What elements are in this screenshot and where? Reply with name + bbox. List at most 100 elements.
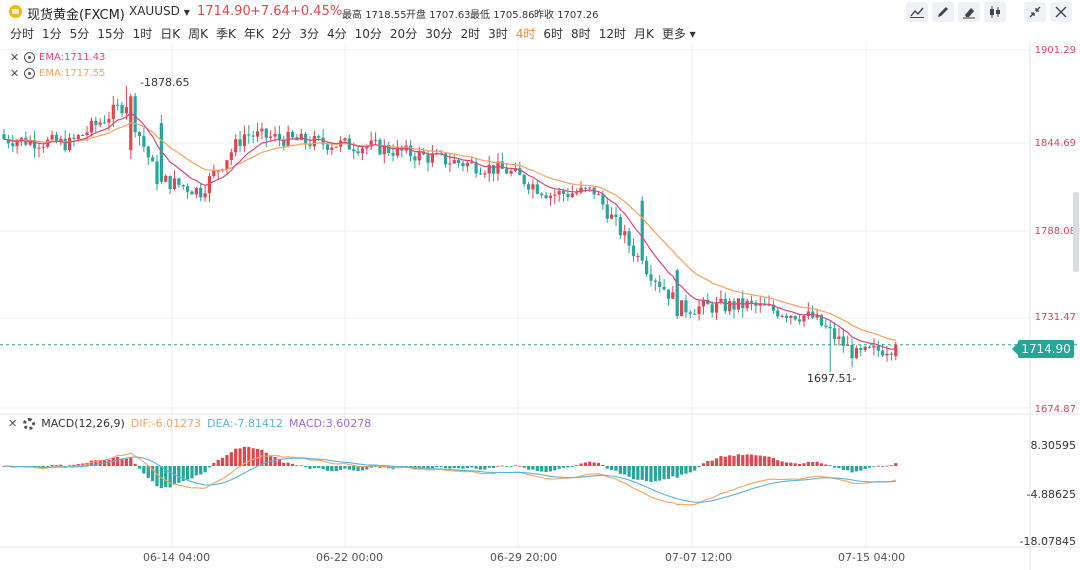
candle-body-136 (596, 194, 601, 196)
macd-bar-201 (881, 466, 885, 467)
period-17[interactable]: 4时 (516, 25, 536, 42)
period-10[interactable]: 3分 (299, 25, 319, 42)
period-13[interactable]: 20分 (390, 25, 417, 42)
close-button[interactable] (1050, 2, 1072, 22)
candle-body-123 (540, 193, 544, 196)
macd-bar-154 (675, 466, 679, 478)
chevron-down-icon: ▼ (183, 8, 190, 17)
macd-bar-118 (518, 465, 522, 467)
close-icon[interactable]: ✕ (10, 67, 20, 80)
macd-name: MACD(12,26,9) (41, 417, 125, 430)
macd-bar-162 (710, 460, 714, 466)
macd-bar-121 (531, 466, 535, 470)
candle-body-140 (614, 214, 618, 218)
candle-body-121 (531, 184, 535, 190)
gear-icon[interactable] (23, 417, 36, 430)
macd-bar-13 (59, 464, 63, 466)
close-icon[interactable]: ✕ (8, 417, 17, 430)
period-3[interactable]: 15分 (97, 25, 124, 42)
period-20[interactable]: 12时 (599, 25, 626, 42)
collapse-icon (1029, 6, 1041, 18)
macd-bar-171 (749, 454, 754, 466)
candle-body-126 (553, 194, 557, 196)
macd-dea: DEA:-7.81412 (207, 417, 284, 430)
period-2[interactable]: 5分 (70, 25, 90, 42)
macd-bar-72 (317, 466, 321, 469)
period-15[interactable]: 2时 (460, 25, 480, 42)
period-19[interactable]: 8时 (571, 25, 591, 42)
macd-bar-122 (535, 466, 539, 471)
macd-bar-115 (505, 466, 509, 467)
symbol-selector[interactable]: XAUUSD ▼ (129, 4, 190, 18)
macd-bar-187 (819, 463, 824, 466)
candle-body-142 (623, 231, 627, 236)
candle-body-9 (41, 146, 45, 148)
period-18[interactable]: 6时 (543, 25, 563, 42)
prev-close-value: 1707.26 (557, 10, 599, 21)
macd-bar-150 (658, 466, 662, 481)
period-12[interactable]: 10分 (355, 25, 382, 42)
candle-body-122 (535, 184, 539, 194)
candle-body-129 (566, 193, 570, 197)
eye-icon[interactable] (24, 68, 35, 79)
candle-body-193 (846, 344, 850, 346)
macd-bar-195 (854, 466, 859, 472)
period-5[interactable]: 日K (160, 25, 180, 42)
macd-bar-117 (513, 465, 518, 467)
pen-tool-button[interactable] (932, 2, 954, 22)
candle-body-131 (575, 192, 579, 194)
chart-svg[interactable] (0, 42, 1080, 570)
scroll-handle[interactable] (1072, 192, 1080, 272)
candle-body-110 (483, 173, 487, 175)
macd-bar-198 (867, 466, 872, 468)
candle-body-195 (854, 347, 859, 359)
ema-short-value: EMA:1711.43 (39, 52, 106, 63)
period-7[interactable]: 季K (216, 25, 236, 42)
macd-bar-62 (273, 456, 277, 466)
candle-body-25 (111, 104, 115, 119)
candle-body-128 (561, 190, 566, 194)
macd-bar-123 (540, 466, 544, 472)
period-0[interactable]: 分时 (10, 25, 34, 42)
candle-body-45 (199, 187, 203, 198)
candle-body-196 (859, 347, 863, 351)
period-more-button[interactable]: 更多 ▾ (662, 25, 696, 42)
macd-bar-139 (610, 466, 614, 470)
macd-bar-145 (636, 466, 640, 480)
candle-toggle-button[interactable] (984, 2, 1006, 22)
period-1[interactable]: 1分 (42, 25, 62, 42)
chart-area[interactable]: ✕ EMA:1711.43 ✕ EMA:1717.55 ✕ MACD(12,26… (0, 42, 1080, 570)
macd-bar-101 (443, 466, 448, 468)
low-annotation: 1697.51- (807, 372, 857, 385)
period-8[interactable]: 年K (244, 25, 264, 42)
period-6[interactable]: 周K (188, 25, 208, 42)
candle-body-203 (889, 353, 893, 355)
macd-bar-48 (212, 462, 216, 466)
collapse-button[interactable] (1024, 2, 1046, 22)
quote-header: 现货黄金(FXCM) XAUUSD ▼ 1714.90 +7.64 +0.45%… (0, 0, 1080, 24)
candle-body-20 (89, 120, 94, 133)
eraser-tool-button[interactable] (958, 2, 980, 22)
close-icon[interactable]: ✕ (10, 51, 20, 64)
candle-body-125 (548, 195, 553, 199)
macd-bar-30 (133, 463, 137, 466)
candle-body-202 (885, 353, 889, 356)
period-21[interactable]: 月K (634, 25, 654, 42)
macd-bar-79 (347, 466, 351, 470)
ema-long-legend: ✕ EMA:1717.55 (10, 67, 105, 80)
candle-body-163 (714, 302, 719, 313)
period-14[interactable]: 30分 (425, 25, 452, 42)
period-11[interactable]: 4分 (327, 25, 347, 42)
macd-bar-197 (863, 466, 867, 469)
candle-body-60 (264, 128, 268, 138)
macd-bar-137 (601, 464, 605, 466)
eye-icon[interactable] (24, 52, 35, 63)
period-9[interactable]: 2分 (272, 25, 292, 42)
period-16[interactable]: 3时 (488, 25, 508, 42)
high-value: 1718.55 (365, 10, 407, 21)
macd-bar-189 (828, 465, 832, 467)
candle-body-166 (728, 301, 732, 312)
period-4[interactable]: 1时 (133, 25, 153, 42)
line-tool-button[interactable] (906, 2, 928, 22)
macd-bar-130 (570, 466, 574, 467)
